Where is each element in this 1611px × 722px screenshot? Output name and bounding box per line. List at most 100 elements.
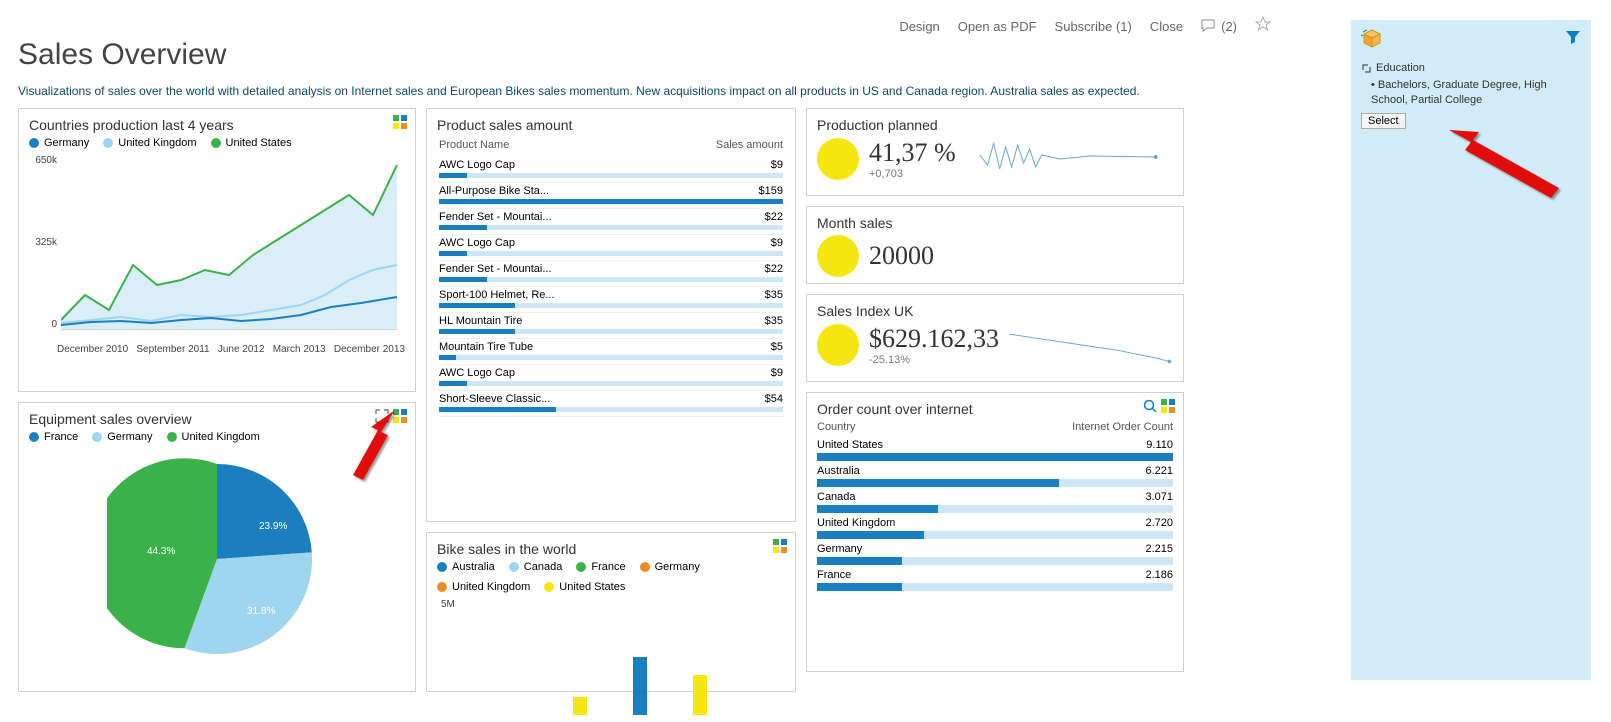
widget-title: Production planned — [817, 117, 1173, 133]
close-link[interactable]: Close — [1150, 19, 1183, 34]
comments-count: (2) — [1221, 19, 1237, 34]
x-tick: December 2010 — [57, 344, 128, 355]
equipment-sales-widget[interactable]: Equipment sales overview France Germany … — [18, 402, 416, 692]
table-row[interactable]: United States9.110 — [817, 437, 1173, 463]
bar-fill — [439, 251, 467, 256]
bar-bg — [817, 557, 1173, 565]
legend-item[interactable]: United Kingdom — [103, 137, 196, 149]
kpi-uk-widget[interactable]: Sales Index UK $629.162,33 -25.13% — [806, 294, 1184, 382]
kpi-value: 41,37 % — [869, 138, 956, 168]
product-amount: $35 — [765, 289, 783, 301]
open-pdf-link[interactable]: Open as PDF — [958, 19, 1037, 34]
grid-icon[interactable] — [1161, 399, 1175, 413]
x-tick: September 2011 — [136, 344, 209, 355]
table-row[interactable]: Mountain Tire Tube$5 — [437, 339, 785, 365]
legend-item[interactable]: United Kingdom — [437, 581, 530, 593]
table-row[interactable]: Fender Set - Mountai...$22 — [437, 261, 785, 287]
bar[interactable] — [633, 657, 647, 715]
favorite-button[interactable] — [1255, 16, 1271, 36]
col-header: Internet Order Count — [1072, 421, 1173, 433]
legend-label: Australia — [452, 561, 495, 573]
grid-icon[interactable] — [393, 409, 407, 423]
product-amount: $159 — [759, 185, 783, 197]
pie-chart[interactable]: 23.9% 31.8% 44.3% — [29, 449, 405, 669]
table-row[interactable]: AWC Logo Cap$9 — [437, 235, 785, 261]
legend-item[interactable]: United Kingdom — [167, 431, 260, 443]
order-value: 2.215 — [1145, 543, 1173, 555]
country-name: United Kingdom — [817, 517, 895, 529]
bar[interactable] — [573, 697, 587, 715]
legend-item[interactable]: Canada — [509, 561, 563, 573]
legend: Germany United Kingdom United States — [29, 137, 405, 149]
table-row[interactable]: Australia6.221 — [817, 463, 1173, 489]
dashboard-grid: Countries production last 4 years German… — [18, 108, 1310, 692]
title-block: Sales Overview Visualizations of sales o… — [18, 38, 1140, 98]
filter-field-header[interactable]: Education — [1361, 62, 1581, 74]
legend-item[interactable]: Germany — [92, 431, 152, 443]
order-count-widget[interactable]: Order count over internet Country Intern… — [806, 392, 1184, 672]
funnel-icon[interactable] — [1565, 29, 1581, 50]
widget-title: Bike sales in the world — [437, 541, 785, 557]
kpi-production-widget[interactable]: Production planned 41,37 % +0,703 — [806, 108, 1184, 196]
legend-item[interactable]: France — [29, 431, 78, 443]
cube-icon[interactable] — [1361, 28, 1383, 50]
product-name: All-Purpose Bike Sta... — [439, 185, 549, 197]
legend-item[interactable]: Germany — [640, 561, 700, 573]
kpi-month-widget[interactable]: Month sales 20000 — [806, 206, 1184, 284]
table-row[interactable]: All-Purpose Bike Sta... $159 — [437, 183, 785, 209]
legend: Australia Canada France Germany United K… — [437, 561, 785, 593]
country-name: Australia — [817, 465, 860, 477]
legend-label: Canada — [524, 561, 563, 573]
table-row[interactable]: Fender Set - Mountai...$22 — [437, 209, 785, 235]
widget-title: Month sales — [817, 215, 1173, 231]
table-row[interactable]: HL Mountain Tire$35 — [437, 313, 785, 339]
legend-item[interactable]: Australia — [437, 561, 495, 573]
table-header: Product Name Sales amount — [437, 137, 785, 153]
grid-icon[interactable] — [773, 539, 787, 553]
table-row[interactable]: Short-Sleeve Classic...$54 — [437, 391, 785, 417]
design-link[interactable]: Design — [899, 19, 939, 34]
col-header: Product Name — [439, 139, 509, 151]
table-row[interactable]: AWC Logo Cap$9 — [437, 157, 785, 183]
expand-icon[interactable] — [375, 409, 389, 423]
legend-dot — [167, 432, 177, 442]
grid-icon[interactable] — [393, 115, 407, 129]
legend-dot — [211, 138, 221, 148]
line-chart[interactable]: 650k 325k 0 December 2010 — [29, 155, 405, 355]
filter-field-name: Education — [1376, 62, 1425, 74]
subscribe-link[interactable]: Subscribe (1) — [1055, 19, 1132, 34]
kpi-text: 20000 — [869, 241, 934, 271]
legend-item[interactable]: Germany — [29, 137, 89, 149]
table-row[interactable]: Sport-100 Helmet, Re...$35 — [437, 287, 785, 313]
comments-button[interactable]: (2) — [1201, 19, 1237, 34]
bar-fill — [817, 531, 924, 539]
svg-text:31.8%: 31.8% — [247, 606, 275, 617]
legend-item[interactable]: United States — [544, 581, 625, 593]
bar-bg — [439, 407, 783, 412]
legend-item[interactable]: France — [576, 561, 625, 573]
legend-label: France — [44, 431, 78, 443]
product-amount: $9 — [771, 159, 783, 171]
bike-sales-widget[interactable]: Bike sales in the world Australia Canada… — [426, 532, 796, 692]
star-icon — [1255, 16, 1271, 32]
table-row[interactable]: United Kingdom2.720 — [817, 515, 1173, 541]
kpi-indicator-icon — [817, 324, 859, 366]
table-row[interactable]: France2.186 — [817, 567, 1173, 593]
column-chart[interactable]: 5M — [437, 599, 785, 719]
countries-production-widget[interactable]: Countries production last 4 years German… — [18, 108, 416, 392]
search-icon[interactable] — [1143, 399, 1157, 413]
legend-item[interactable]: United States — [211, 137, 292, 149]
bar-fill — [817, 453, 1173, 461]
bar[interactable] — [693, 675, 707, 715]
bar-fill — [817, 583, 902, 591]
product-name: HL Mountain Tire — [439, 315, 522, 327]
filter-values: • Bachelors, Graduate Degree, High Schoo… — [1371, 78, 1581, 109]
table-row[interactable]: Canada3.071 — [817, 489, 1173, 515]
bar-fill — [439, 225, 487, 230]
filter-select-button[interactable]: Select — [1361, 113, 1406, 129]
x-tick: June 2012 — [218, 344, 265, 355]
product-sales-widget[interactable]: Product sales amount Product Name Sales … — [426, 108, 796, 522]
table-row[interactable]: AWC Logo Cap$9 — [437, 365, 785, 391]
legend-dot — [29, 432, 39, 442]
table-row[interactable]: Germany2.215 — [817, 541, 1173, 567]
